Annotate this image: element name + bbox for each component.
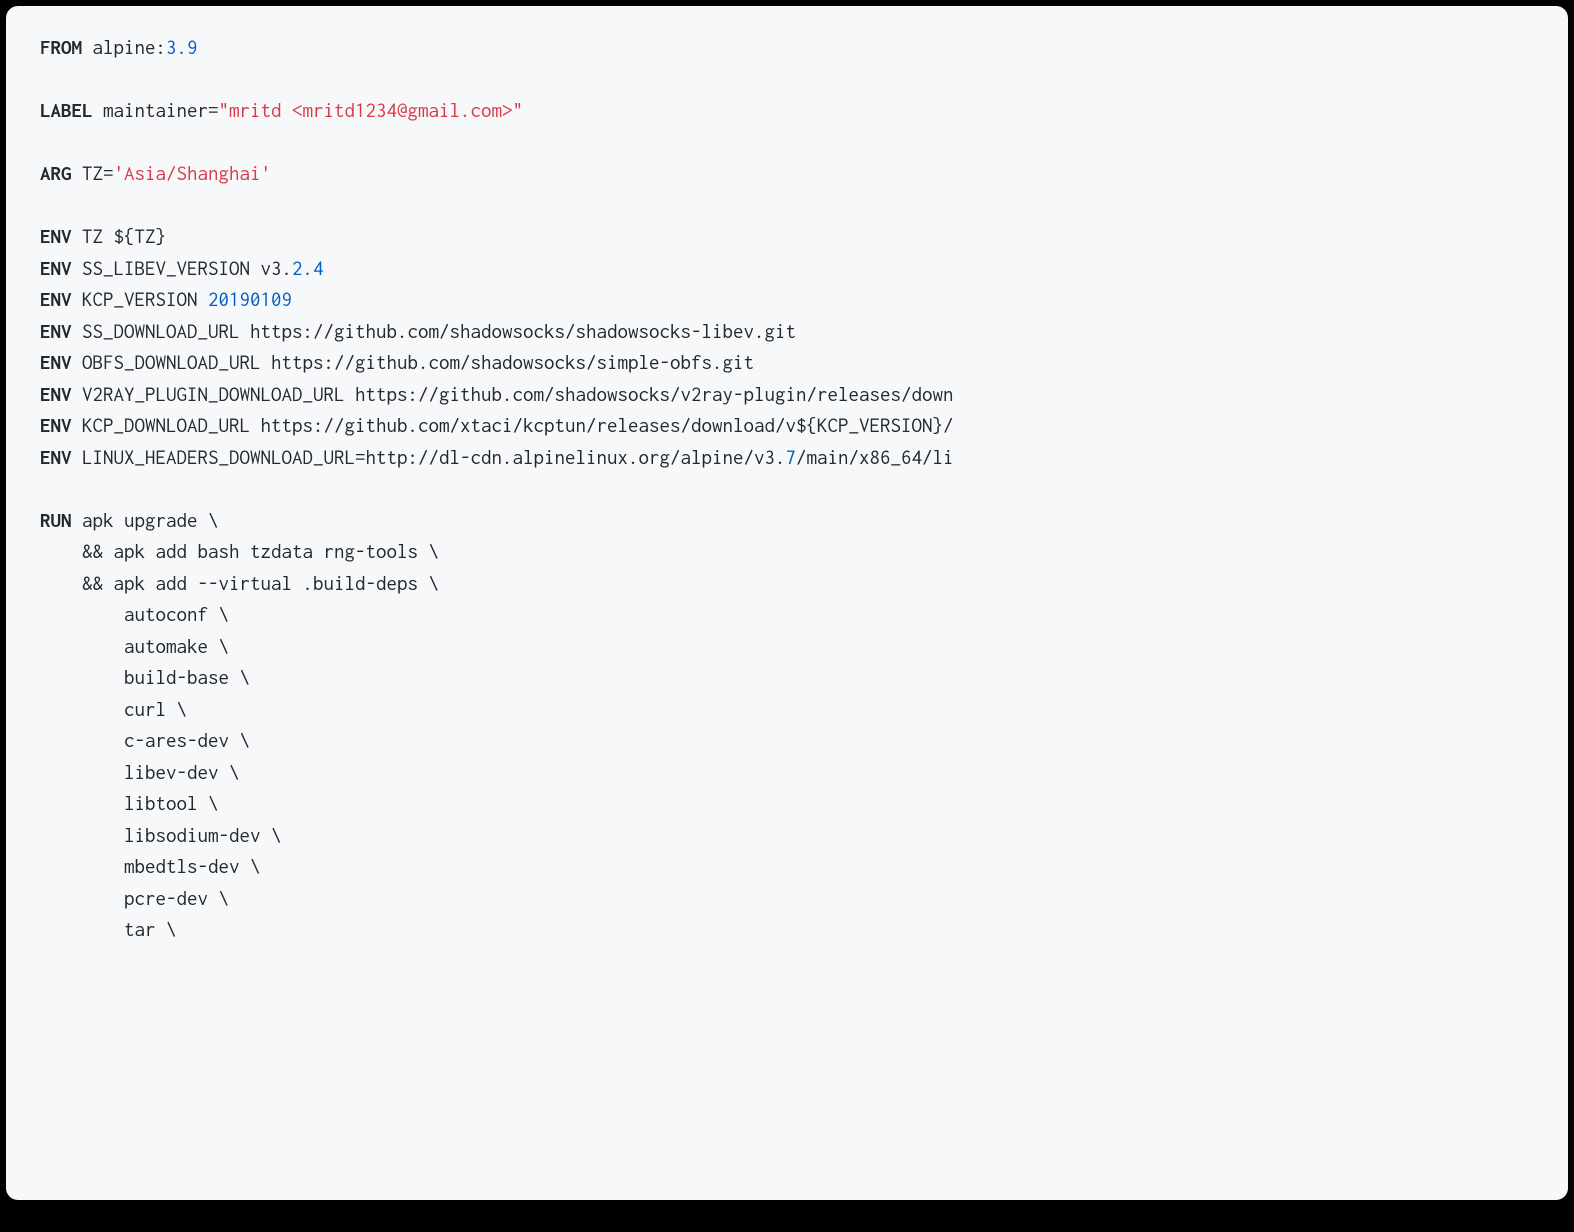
- keyword-env: ENV: [40, 351, 72, 373]
- text: SS_DOWNLOAD_URL https://github.com/shado…: [72, 320, 797, 342]
- text: tar \: [40, 918, 177, 940]
- number: 3.9: [166, 36, 198, 58]
- keyword-env: ENV: [40, 225, 72, 247]
- number: 20190109: [208, 288, 292, 310]
- number: 2.4: [292, 257, 324, 279]
- text: autoconf \: [40, 603, 229, 625]
- text: SS_LIBEV_VERSION v3.: [72, 257, 293, 279]
- text: mbedtls-dev \: [40, 855, 261, 877]
- code-card: FROM alpine:3.9 LABEL maintainer="mritd …: [6, 6, 1568, 1200]
- keyword-env: ENV: [40, 414, 72, 436]
- text: KCP_VERSION: [72, 288, 209, 310]
- text: && apk add --virtual .build-deps \: [40, 572, 439, 594]
- string: "mritd <mritd1234@gmail.com>": [219, 99, 524, 121]
- text: automake \: [40, 635, 229, 657]
- text: KCP_DOWNLOAD_URL https://github.com/xtac…: [72, 414, 954, 436]
- keyword-env: ENV: [40, 257, 72, 279]
- text: libtool \: [40, 792, 219, 814]
- keyword-label: LABEL: [40, 99, 93, 121]
- text: libsodium-dev \: [40, 824, 282, 846]
- keyword-run: RUN: [40, 509, 72, 531]
- text: apk upgrade \: [72, 509, 219, 531]
- keyword-from: FROM: [40, 36, 82, 58]
- text: LINUX_HEADERS_DOWNLOAD_URL=http://dl-cdn…: [72, 446, 786, 468]
- text: c-ares-dev \: [40, 729, 250, 751]
- text: V2RAY_PLUGIN_DOWNLOAD_URL https://github…: [72, 383, 954, 405]
- text: pcre-dev \: [40, 887, 229, 909]
- text: /main/x86_64/li: [796, 446, 954, 468]
- text: && apk add bash tzdata rng-tools \: [40, 540, 439, 562]
- keyword-arg: ARG: [40, 162, 72, 184]
- text: TZ=: [72, 162, 114, 184]
- text: libev-dev \: [40, 761, 240, 783]
- text: TZ ${TZ}: [72, 225, 167, 247]
- text: maintainer=: [93, 99, 219, 121]
- keyword-env: ENV: [40, 446, 72, 468]
- keyword-env: ENV: [40, 383, 72, 405]
- text: curl \: [40, 698, 187, 720]
- text: alpine:: [82, 36, 166, 58]
- number: 7: [786, 446, 797, 468]
- keyword-env: ENV: [40, 288, 72, 310]
- text: OBFS_DOWNLOAD_URL https://github.com/sha…: [72, 351, 755, 373]
- keyword-env: ENV: [40, 320, 72, 342]
- dockerfile-code[interactable]: FROM alpine:3.9 LABEL maintainer="mritd …: [40, 32, 1534, 946]
- text: build-base \: [40, 666, 250, 688]
- string: 'Asia/Shanghai': [114, 162, 272, 184]
